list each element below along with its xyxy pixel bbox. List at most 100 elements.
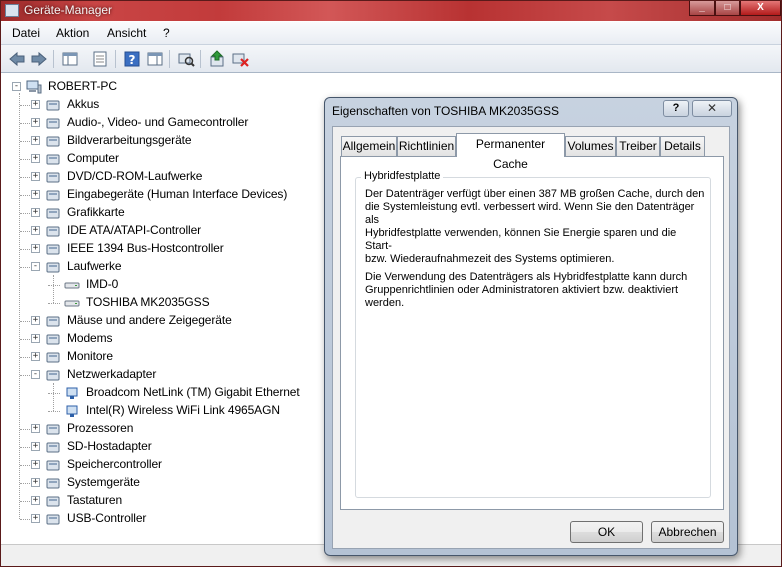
menu-help[interactable]: ? — [163, 26, 170, 40]
tree-category[interactable]: + Systemgeräte — [4, 474, 324, 492]
tree-category[interactable]: + Speichercontroller — [4, 456, 324, 474]
expand-toggle[interactable]: + — [31, 352, 40, 361]
tree-item-label: Bildverarbeitungsgeräte — [67, 133, 192, 147]
dialog-close-button[interactable]: ✕ — [692, 100, 732, 117]
disk-icon — [64, 277, 80, 293]
update-driver-icon[interactable] — [208, 50, 226, 68]
back-icon[interactable] — [8, 50, 26, 68]
tree-category[interactable]: + Computer — [4, 150, 324, 168]
expand-toggle[interactable]: + — [31, 136, 40, 145]
tree-line — [20, 447, 30, 448]
maximize-button[interactable]: □ — [715, 1, 740, 16]
tab-allgemein[interactable]: Allgemein — [341, 136, 397, 156]
tree-category[interactable]: + Akkus — [4, 96, 324, 114]
menu-datei[interactable]: Datei — [12, 26, 40, 40]
scan-hardware-icon[interactable] — [177, 50, 195, 68]
tree-item-label: IEEE 1394 Bus-Hostcontroller — [67, 241, 224, 255]
speaker-icon — [45, 115, 61, 131]
tree-item-label: Intel(R) Wireless WiFi Link 4965AGN — [86, 403, 280, 417]
tree-category[interactable]: + IDE ATA/ATAPI-Controller — [4, 222, 324, 240]
camera-icon — [45, 133, 61, 149]
tree-item-label: Grafikkarte — [67, 205, 125, 219]
tab-details[interactable]: Details — [660, 136, 705, 156]
show-hide-console-tree-icon[interactable] — [61, 50, 79, 68]
tree-line — [20, 339, 30, 340]
tree-child-item[interactable]: TOSHIBA MK2035GSS — [4, 294, 324, 312]
cache-description-line: die Systemleistung evtl. verbessert wird… — [365, 201, 695, 226]
cancel-button[interactable]: Abbrechen — [651, 521, 724, 543]
expand-toggle[interactable]: + — [31, 478, 40, 487]
dialog-help-button[interactable]: ? — [663, 100, 689, 117]
expand-toggle[interactable]: + — [31, 118, 40, 127]
close-window-button[interactable]: X — [740, 1, 781, 16]
expand-toggle[interactable]: + — [31, 172, 40, 181]
tree-child-item[interactable]: Broadcom NetLink (TM) Gigabit Ethernet — [4, 384, 324, 402]
menu-ansicht[interactable]: Ansicht — [107, 26, 146, 40]
tab-richtlinien[interactable]: Richtlinien — [397, 136, 456, 156]
tree-line — [20, 213, 30, 214]
expand-toggle[interactable]: + — [31, 244, 40, 253]
tree-line — [20, 231, 30, 232]
tree-category[interactable]: + Modems — [4, 330, 324, 348]
expand-toggle[interactable]: + — [31, 316, 40, 325]
minimize-button[interactable]: _ — [689, 1, 715, 16]
tab-volumes[interactable]: Volumes — [565, 136, 616, 156]
usb-icon — [45, 511, 61, 527]
uninstall-icon[interactable] — [231, 50, 249, 68]
tree-category[interactable]: + DVD/CD-ROM-Laufwerke — [4, 168, 324, 186]
hid-icon — [45, 187, 61, 203]
tree-category[interactable]: + Bildverarbeitungsgeräte — [4, 132, 324, 150]
expand-toggle[interactable]: + — [31, 442, 40, 451]
group-title: Hybridfestplatte — [361, 170, 444, 182]
tree-category[interactable]: + Prozessoren — [4, 420, 324, 438]
tree-category[interactable]: - Netzwerkadapter — [4, 366, 324, 384]
collapse-toggle[interactable]: - — [31, 370, 40, 379]
tree-root[interactable]: - ROBERT-PC — [4, 78, 324, 96]
expand-toggle[interactable]: + — [31, 460, 40, 469]
tab-page: Hybridfestplatte Der Datenträger verfügt… — [340, 156, 724, 510]
expand-toggle[interactable]: + — [31, 208, 40, 217]
tab-treiber[interactable]: Treiber — [616, 136, 660, 156]
expand-toggle[interactable]: + — [31, 100, 40, 109]
title-bar[interactable]: Geräte-Manager _ □ X — [1, 1, 781, 21]
expand-toggle[interactable]: + — [31, 496, 40, 505]
show-action-pane-icon[interactable] — [146, 50, 164, 68]
properties-icon[interactable] — [91, 50, 109, 68]
tree-child-item[interactable]: IMD-0 — [4, 276, 324, 294]
cache-description-line: Der Datenträger verfügt über einen 387 M… — [365, 188, 705, 200]
tree-line — [20, 429, 30, 430]
tree-category[interactable]: + Mäuse und andere Zeigegeräte — [4, 312, 324, 330]
tree-category[interactable]: + Tastaturen — [4, 492, 324, 510]
tree-child-item[interactable]: Intel(R) Wireless WiFi Link 4965AGN — [4, 402, 324, 420]
expand-toggle[interactable]: + — [31, 514, 40, 523]
help-icon[interactable]: ? — [123, 50, 141, 68]
expand-toggle[interactable]: + — [31, 154, 40, 163]
tree-category[interactable]: + Eingabegeräte (Human Interface Devices) — [4, 186, 324, 204]
tree-category[interactable]: + IEEE 1394 Bus-Hostcontroller — [4, 240, 324, 258]
tree-item-label: USB-Controller — [67, 511, 147, 525]
tree-category[interactable]: + Grafikkarte — [4, 204, 324, 222]
tree-line — [20, 375, 30, 376]
tree-category[interactable]: + Monitore — [4, 348, 324, 366]
system-devices-icon — [45, 475, 61, 491]
tree-category[interactable]: + SD-Hostadapter — [4, 438, 324, 456]
tree-line — [53, 275, 54, 303]
collapse-toggle[interactable]: - — [12, 82, 21, 91]
expand-toggle[interactable]: + — [31, 424, 40, 433]
collapse-toggle[interactable]: - — [31, 262, 40, 271]
forward-icon[interactable] — [30, 50, 48, 68]
menu-aktion[interactable]: Aktion — [56, 26, 89, 40]
tree-line — [20, 159, 30, 160]
tree-category[interactable]: + USB-Controller — [4, 510, 324, 528]
ok-button[interactable]: OK — [570, 521, 643, 543]
expand-toggle[interactable]: + — [31, 334, 40, 343]
tree-category[interactable]: + Audio-, Video- und Gamecontroller — [4, 114, 324, 132]
tree-category[interactable]: - Laufwerke — [4, 258, 324, 276]
tab-permanenter-cache[interactable]: Permanenter Cache — [456, 133, 565, 171]
tree-line — [20, 249, 30, 250]
expand-toggle[interactable]: + — [31, 190, 40, 199]
sd-host-icon — [45, 439, 61, 455]
tree-item-label: IMD-0 — [86, 277, 119, 291]
tree-item-label: Netzwerkadapter — [67, 367, 157, 381]
expand-toggle[interactable]: + — [31, 226, 40, 235]
